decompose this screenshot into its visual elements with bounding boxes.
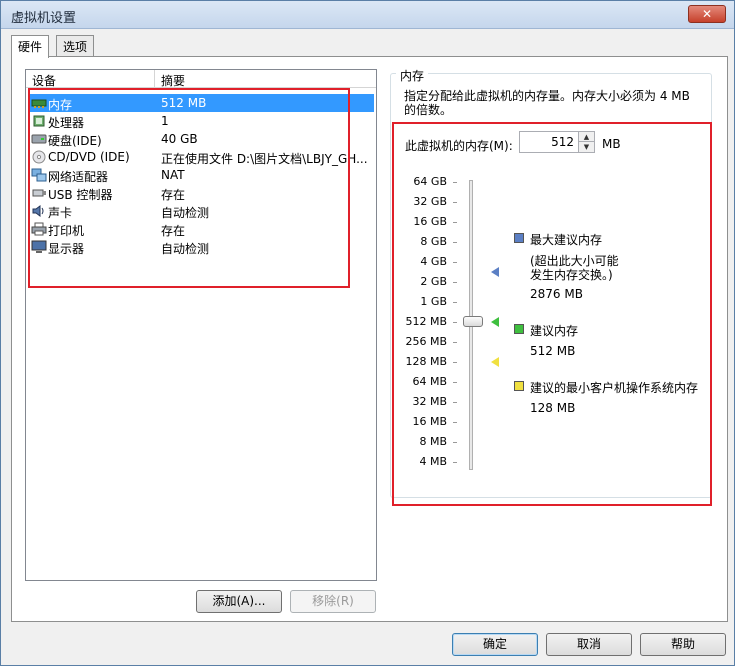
annotation-highlight-devices bbox=[28, 88, 350, 288]
annotation-highlight-memory bbox=[392, 122, 712, 506]
tab-options[interactable]: 选项 bbox=[56, 35, 94, 56]
list-header: 设备 摘要 bbox=[26, 70, 376, 88]
vm-settings-window: 虚拟机设置 ✕ 硬件 选项 设备 摘要 内存 512 MB 处理器 1 硬盘(I… bbox=[0, 0, 735, 666]
column-header-device[interactable]: 设备 bbox=[32, 72, 56, 89]
memory-group-label: 内存 bbox=[396, 67, 429, 84]
column-header-summary[interactable]: 摘要 bbox=[161, 72, 185, 89]
ok-button[interactable]: 确定 bbox=[452, 633, 538, 656]
cancel-button[interactable]: 取消 bbox=[546, 633, 632, 656]
title-bar[interactable]: 虚拟机设置 ✕ bbox=[1, 1, 734, 29]
add-button[interactable]: 添加(A)... bbox=[196, 590, 282, 613]
close-button[interactable]: ✕ bbox=[688, 5, 726, 23]
help-button[interactable]: 帮助 bbox=[640, 633, 726, 656]
remove-button[interactable]: 移除(R) bbox=[290, 590, 376, 613]
window-title: 虚拟机设置 bbox=[11, 11, 77, 26]
column-divider[interactable] bbox=[154, 70, 155, 88]
tab-hardware[interactable]: 硬件 bbox=[11, 35, 49, 58]
memory-description: 指定分配给此虚拟机的内存量。内存大小必须为 4 MB 的倍数。 bbox=[404, 89, 690, 117]
